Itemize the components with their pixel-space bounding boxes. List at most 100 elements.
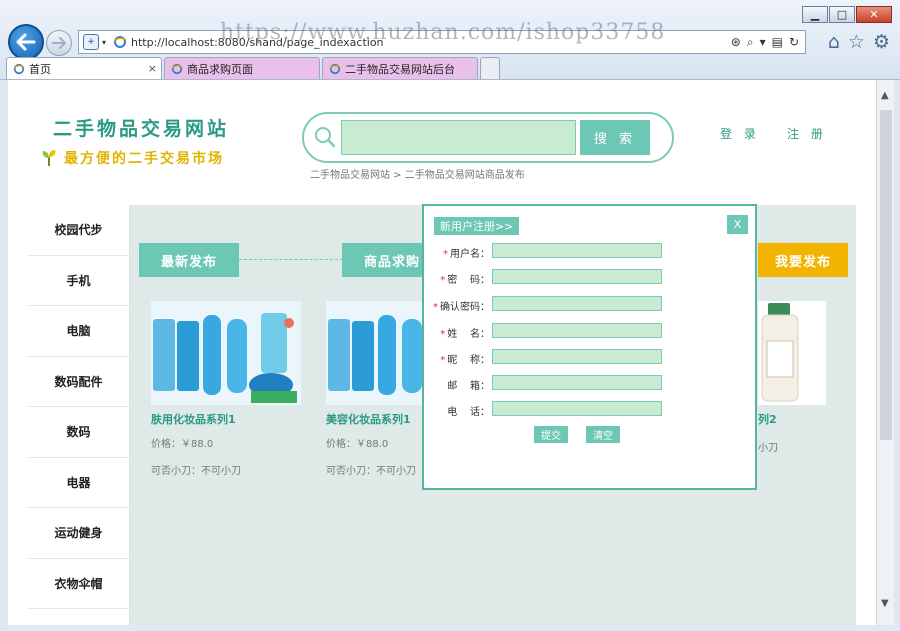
clear-button[interactable]: 清空 (586, 426, 620, 443)
compat-view-icon[interactable]: ▤ (772, 35, 783, 49)
confirm-password-label: * 确认密码： (433, 302, 490, 313)
refresh-icon[interactable]: ↻ (789, 35, 799, 49)
email-field[interactable] (492, 375, 662, 390)
close-window-button[interactable]: ✕ (856, 6, 892, 23)
home-icon[interactable]: ⌂ (828, 30, 840, 54)
minimize-icon: ▁ (810, 8, 820, 21)
sidebar-item-campus-transport[interactable]: 校园代步 (28, 205, 129, 256)
window-controls: ▁ □ ✕ (801, 6, 892, 23)
new-tab-button[interactable] (480, 57, 500, 79)
form-row-phone: 电 话： (424, 401, 759, 418)
ie-page-icon (171, 63, 183, 74)
ie-page-icon (113, 36, 127, 48)
toolbar-icons: ⌂ ☆ ⚙ (828, 30, 890, 54)
search-icon[interactable]: ⌕ (747, 35, 754, 50)
dialog-close-button[interactable]: X (727, 215, 748, 234)
tab-label: 二手物品交易网站后台 (345, 62, 455, 76)
register-dialog-title[interactable]: 新用户注册>> (434, 217, 520, 235)
tab-wanted-page[interactable]: 商品求购页面 (164, 57, 320, 79)
username-field[interactable] (492, 243, 662, 258)
breadcrumb: 二手物品交易网站 > 二手物品交易网站商品发布 (310, 170, 525, 181)
tab-strip: 首页 × 商品求购页面 二手物品交易网站后台 (6, 57, 502, 79)
scroll-down-icon[interactable]: ▼ (881, 598, 889, 609)
publish-button[interactable]: 我要发布 (758, 243, 848, 277)
sprout-icon (42, 150, 56, 166)
form-row-password: * 密 码： (424, 269, 759, 286)
ie-page-icon (329, 63, 341, 74)
maximize-button[interactable]: □ (829, 6, 855, 23)
product-card[interactable]: 肤用化妆品系列1 价格：￥88.0 可否小刀：不可小刀 (151, 301, 301, 477)
maximize-icon: □ (836, 8, 848, 21)
product-bargain: 小刀 (758, 443, 778, 454)
back-button[interactable] (8, 24, 44, 60)
product-card[interactable]: 列2 小刀 (758, 301, 826, 454)
nickname-label: * 昵 称： (440, 355, 490, 366)
arrow-right-icon (52, 37, 66, 49)
name-label: * 姓 名： (440, 329, 490, 340)
search-input[interactable] (341, 120, 576, 155)
phone-label: 电 话： (447, 407, 490, 418)
chevron-down-icon[interactable]: ▾ (102, 38, 106, 47)
address-bar[interactable]: + ▾ http://localhost:8080/shand/page_ind… (78, 30, 806, 54)
shield-icon[interactable]: + (83, 34, 99, 50)
phone-field[interactable] (492, 401, 662, 416)
scrollbar-thumb[interactable] (880, 110, 892, 440)
tab-label: 首页 (29, 62, 51, 76)
submit-button[interactable]: 提交 (534, 426, 568, 443)
star-icon[interactable]: ☆ (848, 30, 865, 54)
minimize-button[interactable]: ▁ (802, 6, 828, 23)
sidebar-item-fitness[interactable]: 运动健身 (28, 508, 129, 559)
vertical-scrollbar[interactable]: ▲ ▼ (876, 80, 894, 625)
product-image[interactable] (758, 301, 826, 405)
register-dialog: 新用户注册>> X * 用户名： * 密 码： * 确认密码： * 姓 名： * 昵 称：… (422, 204, 757, 490)
email-label: 邮 箱： (447, 381, 490, 392)
browser-chrome: ▁ □ ✕ + ▾ http://localhost:8080/shand/pa… (0, 0, 900, 80)
form-row-nickname: * 昵 称： (424, 349, 759, 366)
sidebar-item-clothing[interactable]: 衣物伞帽 (28, 559, 129, 609)
password-field[interactable] (492, 269, 662, 284)
confirm-password-field[interactable] (492, 296, 662, 311)
form-row-name: * 姓 名： (424, 323, 759, 340)
slogan-text: 最方便的二手交易市场 (64, 151, 224, 167)
url-text[interactable]: http://localhost:8080/shand/page_indexac… (131, 36, 384, 49)
login-link[interactable]: 登 录 (720, 125, 760, 142)
search-icon (315, 127, 336, 148)
ie-page-icon (13, 63, 25, 74)
scroll-up-icon[interactable]: ▲ (881, 90, 889, 101)
sidebar-item-appliances[interactable]: 电器 (28, 458, 129, 508)
name-field[interactable] (492, 323, 662, 338)
category-sidebar: 校园代步 手机 电脑 数码配件 数码 电器 运动健身 衣物伞帽 (28, 205, 130, 625)
compat-icon[interactable]: ⊛ (731, 35, 741, 49)
latest-section-button[interactable]: 最新发布 (139, 243, 239, 277)
site-title: 二手物品交易网站 (53, 118, 230, 140)
tab-admin[interactable]: 二手物品交易网站后台 (322, 57, 478, 79)
sidebar-item-phones[interactable]: 手机 (28, 256, 129, 306)
username-label: * 用户名： (443, 249, 490, 260)
gear-icon[interactable]: ⚙ (873, 30, 890, 54)
section-divider (239, 259, 343, 260)
form-row-confirm-password: * 确认密码： (424, 296, 759, 313)
chevron-down-icon[interactable]: ▾ (760, 35, 766, 49)
forward-button[interactable] (46, 30, 72, 56)
form-row-email: 邮 箱： (424, 375, 759, 392)
nickname-field[interactable] (492, 349, 662, 364)
product-bargain: 可否小刀：不可小刀 (151, 466, 241, 477)
product-image[interactable] (151, 301, 301, 405)
search-button[interactable]: 搜 索 (580, 120, 650, 155)
product-price: 价格：￥88.0 (151, 439, 214, 450)
product-name[interactable]: 列2 (758, 411, 826, 427)
tab-home[interactable]: 首页 × (6, 57, 162, 79)
search-box: 搜 索 (302, 112, 674, 163)
sidebar-item-digital[interactable]: 数码 (28, 407, 129, 458)
password-label: * 密 码： (440, 275, 490, 286)
sidebar-item-digital-accessories[interactable]: 数码配件 (28, 357, 129, 407)
close-icon: ✕ (869, 8, 879, 21)
form-row-username: * 用户名： (424, 243, 759, 260)
register-link[interactable]: 注 册 (787, 125, 827, 142)
sidebar-item-computers[interactable]: 电脑 (28, 306, 129, 357)
tab-label: 商品求购页面 (187, 62, 253, 76)
site-slogan: 最方便的二手交易市场 (40, 148, 224, 168)
product-name[interactable]: 肤用化妆品系列1 (151, 411, 301, 427)
tab-close-icon[interactable]: × (148, 62, 157, 75)
arrow-left-icon (16, 33, 36, 51)
